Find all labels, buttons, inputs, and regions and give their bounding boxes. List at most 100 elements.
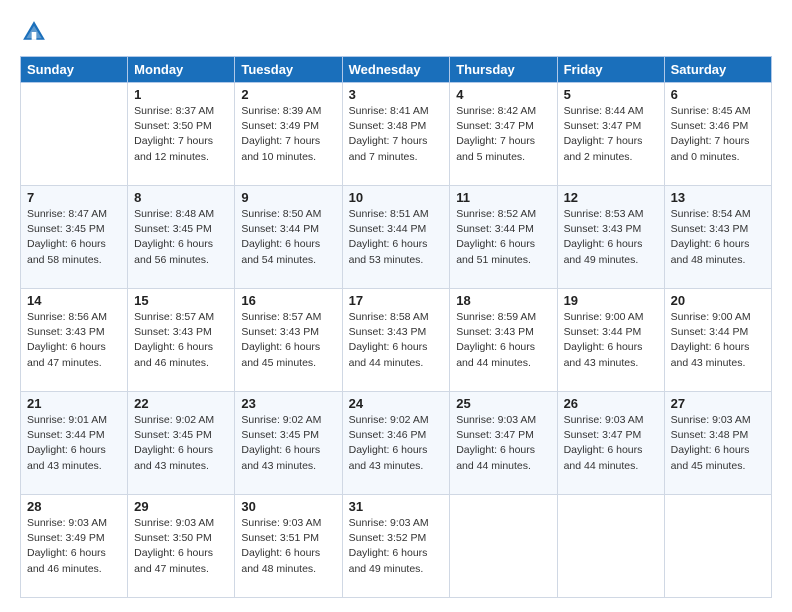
cell-2-6: 20Sunrise: 9:00 AM Sunset: 3:44 PM Dayli… bbox=[664, 289, 771, 392]
day-number: 11 bbox=[456, 190, 550, 205]
cell-1-4: 11 Sunrise: 8:52 AM Sunset: 3:44 PM Dayli… bbox=[450, 186, 557, 289]
day-number: 6 bbox=[671, 87, 765, 102]
cell-4-0: 28 Sunrise: 9:03 AM Sunset: 3:49 PM Dayli… bbox=[21, 495, 128, 598]
cell-0-6: 6Sunrise: 8:45 AM Sunset: 3:46 PM Daylig… bbox=[664, 83, 771, 186]
day-info: Sunrise: 8:52 AM Sunset: 3:44 PM Dayligh… bbox=[456, 207, 550, 268]
col-sunday: Sunday bbox=[21, 57, 128, 83]
day-number: 2 bbox=[241, 87, 335, 102]
cell-3-1: 22 Sunrise: 9:02 AM Sunset: 3:45 PM Dayli… bbox=[128, 392, 235, 495]
day-info: Sunrise: 9:02 AM Sunset: 3:45 PM Dayligh… bbox=[134, 413, 228, 474]
col-monday: Monday bbox=[128, 57, 235, 83]
day-number: 19 bbox=[564, 293, 658, 308]
cell-0-1: 1 Sunrise: 8:37 AM Sunset: 3:50 PM Daylig… bbox=[128, 83, 235, 186]
cell-3-6: 27 Sunrise: 9:03 AM Sunset: 3:48 PM Dayli… bbox=[664, 392, 771, 495]
day-info: Sunrise: 8:37 AM Sunset: 3:50 PM Dayligh… bbox=[134, 104, 228, 165]
day-info: Sunrise: 8:42 AM Sunset: 3:47 PM Dayligh… bbox=[456, 104, 550, 165]
day-number: 20 bbox=[671, 293, 765, 308]
day-number: 23 bbox=[241, 396, 335, 411]
cell-1-5: 12 Sunrise: 8:53 AM Sunset: 3:43 PM Dayli… bbox=[557, 186, 664, 289]
day-info: Sunrise: 8:59 AM Sunset: 3:43 PM Dayligh… bbox=[456, 310, 550, 371]
cell-4-6 bbox=[664, 495, 771, 598]
cell-0-5: 5Sunrise: 8:44 AM Sunset: 3:47 PM Daylig… bbox=[557, 83, 664, 186]
week-row-4: 28 Sunrise: 9:03 AM Sunset: 3:49 PM Dayli… bbox=[21, 495, 772, 598]
day-info: Sunrise: 9:03 AM Sunset: 3:47 PM Dayligh… bbox=[456, 413, 550, 474]
day-info: Sunrise: 8:53 AM Sunset: 3:43 PM Dayligh… bbox=[564, 207, 658, 268]
cell-3-2: 23 Sunrise: 9:02 AM Sunset: 3:45 PM Dayli… bbox=[235, 392, 342, 495]
week-row-0: 1 Sunrise: 8:37 AM Sunset: 3:50 PM Daylig… bbox=[21, 83, 772, 186]
day-number: 4 bbox=[456, 87, 550, 102]
cell-0-3: 3 Sunrise: 8:41 AM Sunset: 3:48 PM Daylig… bbox=[342, 83, 450, 186]
week-row-2: 14 Sunrise: 8:56 AM Sunset: 3:43 PM Dayli… bbox=[21, 289, 772, 392]
day-info: Sunrise: 9:03 AM Sunset: 3:50 PM Dayligh… bbox=[134, 516, 228, 577]
cell-3-4: 25 Sunrise: 9:03 AM Sunset: 3:47 PM Dayli… bbox=[450, 392, 557, 495]
week-row-3: 21 Sunrise: 9:01 AM Sunset: 3:44 PM Dayli… bbox=[21, 392, 772, 495]
cell-4-5 bbox=[557, 495, 664, 598]
day-number: 3 bbox=[349, 87, 444, 102]
calendar: Sunday Monday Tuesday Wednesday Thursday… bbox=[20, 56, 772, 598]
day-number: 13 bbox=[671, 190, 765, 205]
day-info: Sunrise: 8:50 AM Sunset: 3:44 PM Dayligh… bbox=[241, 207, 335, 268]
day-info: Sunrise: 9:03 AM Sunset: 3:47 PM Dayligh… bbox=[564, 413, 658, 474]
cell-3-3: 24Sunrise: 9:02 AM Sunset: 3:46 PM Dayli… bbox=[342, 392, 450, 495]
logo bbox=[20, 18, 52, 46]
col-thursday: Thursday bbox=[450, 57, 557, 83]
cell-4-1: 29 Sunrise: 9:03 AM Sunset: 3:50 PM Dayli… bbox=[128, 495, 235, 598]
day-number: 15 bbox=[134, 293, 228, 308]
day-number: 27 bbox=[671, 396, 765, 411]
cell-2-5: 19 Sunrise: 9:00 AM Sunset: 3:44 PM Dayli… bbox=[557, 289, 664, 392]
day-info: Sunrise: 9:02 AM Sunset: 3:45 PM Dayligh… bbox=[241, 413, 335, 474]
day-info: Sunrise: 8:51 AM Sunset: 3:44 PM Dayligh… bbox=[349, 207, 444, 268]
day-number: 18 bbox=[456, 293, 550, 308]
day-number: 29 bbox=[134, 499, 228, 514]
col-tuesday: Tuesday bbox=[235, 57, 342, 83]
day-number: 24 bbox=[349, 396, 444, 411]
day-info: Sunrise: 8:57 AM Sunset: 3:43 PM Dayligh… bbox=[134, 310, 228, 371]
day-info: Sunrise: 8:57 AM Sunset: 3:43 PM Dayligh… bbox=[241, 310, 335, 371]
cell-3-5: 26Sunrise: 9:03 AM Sunset: 3:47 PM Dayli… bbox=[557, 392, 664, 495]
day-number: 21 bbox=[27, 396, 121, 411]
cell-3-0: 21 Sunrise: 9:01 AM Sunset: 3:44 PM Dayli… bbox=[21, 392, 128, 495]
cell-2-2: 16 Sunrise: 8:57 AM Sunset: 3:43 PM Dayli… bbox=[235, 289, 342, 392]
day-info: Sunrise: 9:03 AM Sunset: 3:49 PM Dayligh… bbox=[27, 516, 121, 577]
col-saturday: Saturday bbox=[664, 57, 771, 83]
col-wednesday: Wednesday bbox=[342, 57, 450, 83]
day-number: 12 bbox=[564, 190, 658, 205]
cell-4-4 bbox=[450, 495, 557, 598]
day-info: Sunrise: 8:44 AM Sunset: 3:47 PM Dayligh… bbox=[564, 104, 658, 165]
day-number: 8 bbox=[134, 190, 228, 205]
day-info: Sunrise: 8:58 AM Sunset: 3:43 PM Dayligh… bbox=[349, 310, 444, 371]
day-number: 28 bbox=[27, 499, 121, 514]
day-number: 30 bbox=[241, 499, 335, 514]
day-info: Sunrise: 8:41 AM Sunset: 3:48 PM Dayligh… bbox=[349, 104, 444, 165]
cell-1-3: 10Sunrise: 8:51 AM Sunset: 3:44 PM Dayli… bbox=[342, 186, 450, 289]
day-number: 17 bbox=[349, 293, 444, 308]
logo-icon bbox=[20, 18, 48, 46]
cell-1-1: 8Sunrise: 8:48 AM Sunset: 3:45 PM Daylig… bbox=[128, 186, 235, 289]
day-info: Sunrise: 8:56 AM Sunset: 3:43 PM Dayligh… bbox=[27, 310, 121, 371]
day-info: Sunrise: 9:03 AM Sunset: 3:48 PM Dayligh… bbox=[671, 413, 765, 474]
cell-0-4: 4 Sunrise: 8:42 AM Sunset: 3:47 PM Daylig… bbox=[450, 83, 557, 186]
day-info: Sunrise: 8:47 AM Sunset: 3:45 PM Dayligh… bbox=[27, 207, 121, 268]
cell-1-6: 13 Sunrise: 8:54 AM Sunset: 3:43 PM Dayli… bbox=[664, 186, 771, 289]
cell-0-0 bbox=[21, 83, 128, 186]
cell-2-3: 17 Sunrise: 8:58 AM Sunset: 3:43 PM Dayli… bbox=[342, 289, 450, 392]
cell-2-1: 15 Sunrise: 8:57 AM Sunset: 3:43 PM Dayli… bbox=[128, 289, 235, 392]
day-number: 9 bbox=[241, 190, 335, 205]
day-info: Sunrise: 9:00 AM Sunset: 3:44 PM Dayligh… bbox=[564, 310, 658, 371]
cell-4-3: 31Sunrise: 9:03 AM Sunset: 3:52 PM Dayli… bbox=[342, 495, 450, 598]
day-number: 16 bbox=[241, 293, 335, 308]
week-row-1: 7 Sunrise: 8:47 AM Sunset: 3:45 PM Daylig… bbox=[21, 186, 772, 289]
day-info: Sunrise: 9:01 AM Sunset: 3:44 PM Dayligh… bbox=[27, 413, 121, 474]
page: Sunday Monday Tuesday Wednesday Thursday… bbox=[0, 0, 792, 612]
day-number: 7 bbox=[27, 190, 121, 205]
day-number: 14 bbox=[27, 293, 121, 308]
day-number: 1 bbox=[134, 87, 228, 102]
day-number: 22 bbox=[134, 396, 228, 411]
day-info: Sunrise: 9:03 AM Sunset: 3:51 PM Dayligh… bbox=[241, 516, 335, 577]
day-number: 25 bbox=[456, 396, 550, 411]
cell-0-2: 2Sunrise: 8:39 AM Sunset: 3:49 PM Daylig… bbox=[235, 83, 342, 186]
day-number: 31 bbox=[349, 499, 444, 514]
day-info: Sunrise: 8:54 AM Sunset: 3:43 PM Dayligh… bbox=[671, 207, 765, 268]
cell-1-0: 7 Sunrise: 8:47 AM Sunset: 3:45 PM Daylig… bbox=[21, 186, 128, 289]
cell-1-2: 9 Sunrise: 8:50 AM Sunset: 3:44 PM Daylig… bbox=[235, 186, 342, 289]
